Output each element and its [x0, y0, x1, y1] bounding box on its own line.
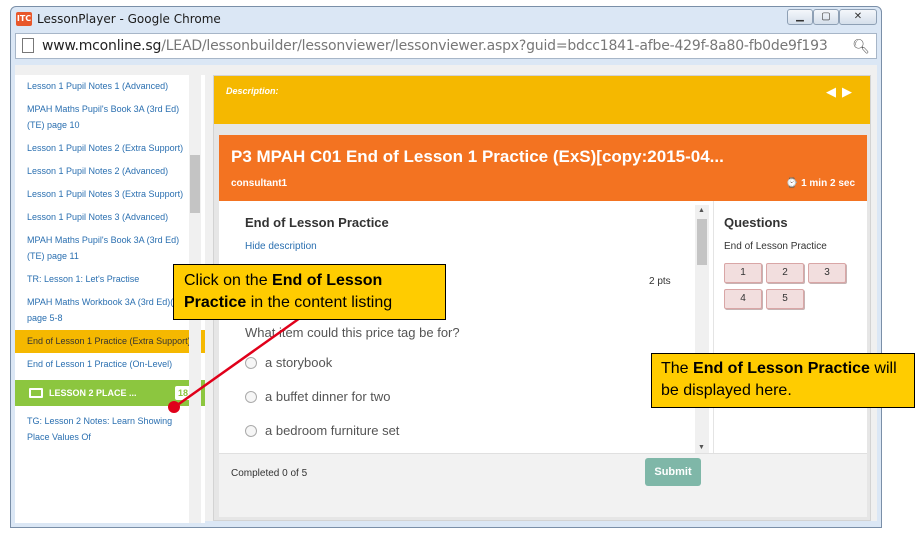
clock-icon: ⌚: [785, 178, 799, 189]
question-scrollbar[interactable]: ▲ ▼: [695, 205, 709, 453]
question-button-5[interactable]: 5: [766, 289, 804, 309]
sidebar-item-end-of-lesson-practice[interactable]: End of Lesson 1 Practice (Extra Support): [15, 330, 205, 353]
practice-card: P3 MPAH C01 End of Lesson 1 Practice (Ex…: [219, 135, 867, 517]
question-button-2[interactable]: 2: [766, 263, 804, 283]
option-label: a storybook: [265, 355, 333, 370]
restore-button[interactable]: ▢: [813, 9, 839, 25]
url-domain: www.mconline.sg: [42, 38, 162, 54]
question-button-1[interactable]: 1: [724, 263, 762, 283]
sidebar-item[interactable]: Lesson 1 Pupil Notes 2 (Advanced): [15, 160, 205, 183]
callout-left-post: in the content listing: [246, 294, 393, 311]
question-text: What item could this price tag be for?: [245, 325, 460, 340]
title-bar: ITC LessonPlayer - Google Chrome ▁ ▢ ✕: [11, 7, 881, 33]
description-label: Description:: [226, 86, 279, 96]
minimize-button[interactable]: ▁: [787, 9, 813, 25]
questions-title: Questions: [724, 215, 788, 230]
sidebar-item[interactable]: MPAH Maths Pupil's Book 3A (3rd Ed)(TE) …: [15, 229, 205, 268]
close-button[interactable]: ✕: [839, 9, 877, 25]
scroll-down-icon[interactable]: ▼: [698, 444, 705, 451]
sidebar-item[interactable]: Lesson 1 Pupil Notes 3 (Advanced): [15, 206, 205, 229]
next-arrow-icon[interactable]: ▶: [842, 84, 858, 99]
hide-description-link[interactable]: Hide description: [245, 241, 317, 252]
timer-text: 1 min 2 sec: [801, 178, 855, 189]
card-header: P3 MPAH C01 End of Lesson 1 Practice (Ex…: [219, 135, 867, 201]
browser-window: ITC LessonPlayer - Google Chrome ▁ ▢ ✕ w…: [10, 6, 882, 528]
page-content: Lesson 1 Pupil Notes 1 (Advanced) MPAH M…: [15, 65, 877, 523]
option-label: a buffet dinner for two: [265, 389, 391, 404]
lesson-bar-label: LESSON 2 PLACE ...: [49, 388, 137, 398]
card-title: P3 MPAH C01 End of Lesson 1 Practice (Ex…: [231, 147, 724, 166]
sidebar-item[interactable]: Lesson 1 Pupil Notes 1 (Advanced): [15, 75, 205, 98]
card-footer: Completed 0 of 5 Submit: [219, 453, 867, 517]
radio-button[interactable]: [245, 425, 257, 437]
nav-arrows: ◀▶: [826, 84, 858, 100]
callout-right-pre: The: [661, 360, 694, 377]
card-author: consultant1: [231, 178, 288, 189]
radio-button[interactable]: [245, 357, 257, 369]
callout-right-bold: End of Lesson Practice: [693, 360, 870, 377]
question-heading: End of Lesson Practice: [245, 215, 389, 230]
questions-subtitle: End of Lesson Practice: [724, 241, 827, 252]
description-bar: Description: ◀▶: [214, 76, 870, 124]
answer-option[interactable]: a buffet dinner for two: [245, 389, 391, 404]
sidebar-item[interactable]: TG: Lesson 2 Notes: Learn Showing Place …: [15, 410, 205, 449]
question-button-3[interactable]: 3: [808, 263, 846, 283]
lesson-2-header[interactable]: LESSON 2 PLACE ... 18: [15, 380, 205, 406]
sidebar-item[interactable]: End of Lesson 1 Practice (On-Level): [15, 353, 205, 376]
url-text[interactable]: www.mconline.sg/LEAD/lessonbuilder/lesso…: [42, 38, 828, 54]
callout-content-listing: Click on the End of Lesson Practice in t…: [173, 264, 446, 320]
app-icon: ITC: [16, 12, 32, 26]
url-path: /LEAD/lessonbuilder/lessonviewer/lessonv…: [161, 38, 828, 54]
prev-arrow-icon[interactable]: ◀: [826, 84, 842, 99]
sidebar-item[interactable]: MPAH Maths Pupil's Book 3A (3rd Ed)(TE) …: [15, 98, 205, 137]
lesson-icon: [29, 388, 43, 398]
question-button-4[interactable]: 4: [724, 289, 762, 309]
callout-display-area: The End of Lesson Practice will be displ…: [651, 353, 915, 408]
answer-option[interactable]: a bedroom furniture set: [245, 423, 399, 438]
option-label: a bedroom furniture set: [265, 423, 400, 438]
address-bar[interactable]: www.mconline.sg/LEAD/lessonbuilder/lesso…: [15, 33, 877, 59]
window-title: LessonPlayer - Google Chrome: [37, 12, 221, 26]
timer: ⌚ 1 min 2 sec: [786, 178, 855, 189]
sidebar-scroll-thumb[interactable]: [190, 155, 200, 213]
callout-left-pre: Click on the: [184, 272, 273, 289]
sidebar-item[interactable]: Lesson 1 Pupil Notes 2 (Extra Support): [15, 137, 205, 160]
question-scroll-thumb[interactable]: [697, 219, 707, 265]
answer-option[interactable]: a storybook: [245, 355, 332, 370]
radio-button[interactable]: [245, 391, 257, 403]
question-area: End of Lesson Practice Hide description …: [219, 201, 709, 453]
completed-status: Completed 0 of 5: [231, 468, 308, 479]
points-label: 2 pts: [649, 276, 671, 287]
page-icon: [22, 38, 34, 53]
zoom-icon[interactable]: 🔍︎: [852, 38, 870, 55]
sidebar-item[interactable]: Lesson 1 Pupil Notes 3 (Extra Support): [15, 183, 205, 206]
submit-button[interactable]: Submit: [645, 458, 701, 486]
scroll-up-icon[interactable]: ▲: [698, 207, 705, 214]
questions-panel: Questions End of Lesson Practice 1 2 3 4…: [713, 201, 867, 453]
